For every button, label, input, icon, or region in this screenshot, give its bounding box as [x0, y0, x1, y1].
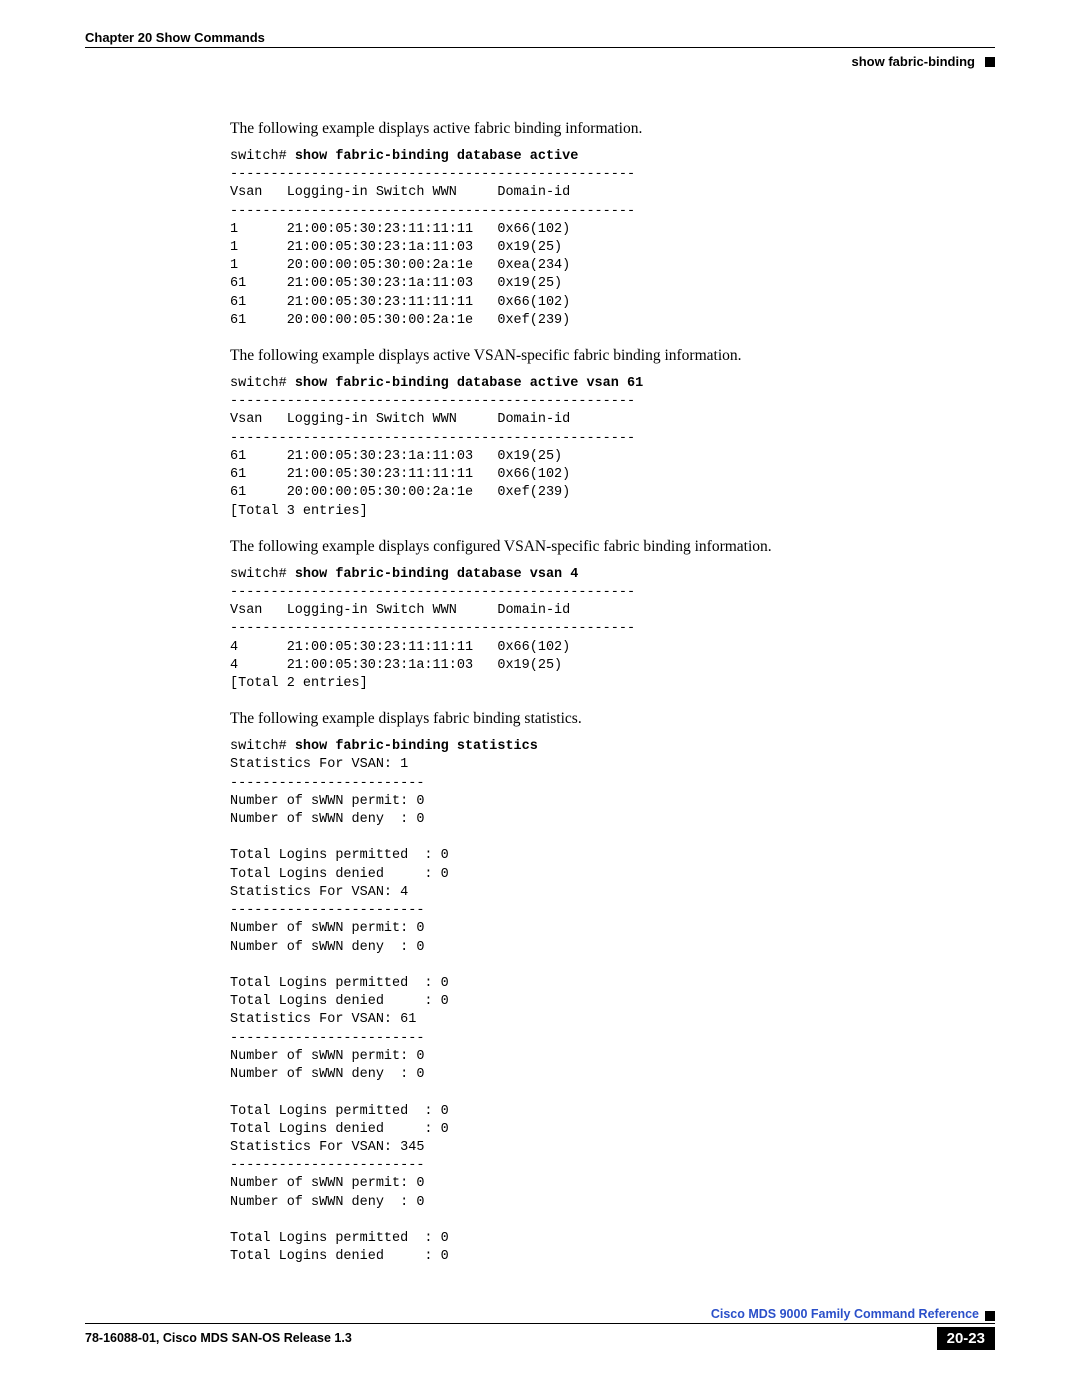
- cli-output: ----------------------------------------…: [230, 585, 635, 691]
- cli-prompt: switch#: [230, 376, 295, 391]
- page-header: Chapter 20 Show Commands: [85, 30, 995, 47]
- cli-command: show fabric-binding statistics: [295, 739, 538, 754]
- cli-command: show fabric-binding database active vsan…: [295, 376, 643, 391]
- intro-paragraph: The following example displays active fa…: [230, 119, 995, 140]
- body-content: The following example displays active fa…: [230, 119, 995, 1267]
- cli-output: ----------------------------------------…: [230, 167, 635, 328]
- cli-block: switch# show fabric-binding database vsa…: [230, 566, 995, 694]
- intro-paragraph: The following example displays fabric bi…: [230, 709, 995, 730]
- cli-prompt: switch#: [230, 567, 295, 582]
- footer-release: 78-16088-01, Cisco MDS SAN-OS Release 1.…: [85, 1331, 352, 1345]
- footer-title: Cisco MDS 9000 Family Command Reference: [711, 1307, 979, 1321]
- footer-rule: [85, 1323, 995, 1324]
- cli-block: switch# show fabric-binding database act…: [230, 375, 995, 521]
- cli-output: ----------------------------------------…: [230, 394, 635, 518]
- section-header: show fabric-binding: [85, 54, 995, 69]
- cli-block: switch# show fabric-binding statistics S…: [230, 738, 995, 1266]
- page-footer: Cisco MDS 9000 Family Command Reference …: [85, 1307, 995, 1350]
- footer-marker-icon: [985, 1311, 995, 1321]
- cli-prompt: switch#: [230, 149, 295, 164]
- cli-prompt: switch#: [230, 739, 295, 754]
- header-rule: [85, 47, 995, 48]
- cli-block: switch# show fabric-binding database act…: [230, 148, 995, 330]
- section-marker-icon: [985, 57, 995, 67]
- chapter-label: Chapter 20 Show Commands: [85, 30, 265, 45]
- intro-paragraph: The following example displays configure…: [230, 537, 995, 558]
- cli-command: show fabric-binding database active: [295, 149, 579, 164]
- cli-command: show fabric-binding database vsan 4: [295, 567, 579, 582]
- page-number: 20-23: [937, 1327, 995, 1350]
- intro-paragraph: The following example displays active VS…: [230, 346, 995, 367]
- section-title: show fabric-binding: [852, 54, 976, 69]
- cli-output: Statistics For VSAN: 1 -----------------…: [230, 757, 449, 1264]
